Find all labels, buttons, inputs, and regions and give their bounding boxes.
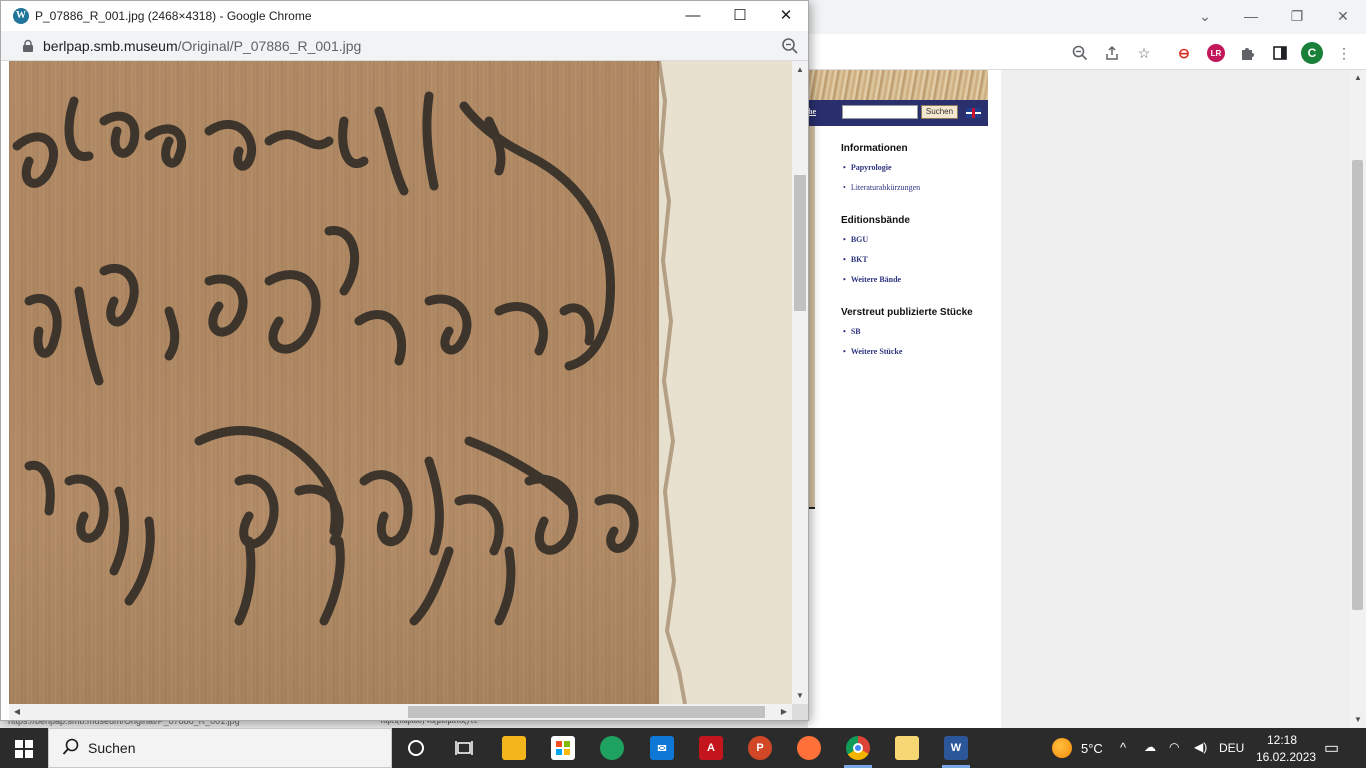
tray-network-alert-icon[interactable]: ☁	[1144, 740, 1156, 754]
chrome-menu-icon[interactable]: ⋮	[1333, 42, 1355, 64]
site-nav-link[interactable]: he	[808, 107, 816, 116]
papyrus-image[interactable]	[9, 61, 792, 704]
popup-zoom-icon[interactable]	[781, 37, 799, 55]
main-scrollbar-thumb[interactable]	[1352, 160, 1363, 610]
tray-chevron-icon[interactable]: ^	[1120, 740, 1126, 755]
edge-icon[interactable]	[600, 736, 624, 760]
handwriting-ink	[12, 61, 792, 704]
url-path: /Original/P_07886_R_001.jpg	[177, 38, 362, 54]
extension-magenta-icon[interactable]: LR	[1205, 42, 1227, 64]
site-banner-image	[808, 70, 988, 100]
popup-maximize-icon[interactable]: ☐	[728, 6, 752, 26]
lock-icon[interactable]	[21, 39, 35, 53]
zoom-icon[interactable]	[1069, 42, 1091, 64]
site-content-divider	[808, 507, 815, 509]
popup-title: P_07886_R_001.jpg (2468×4318) - Google C…	[35, 9, 312, 23]
link-sb[interactable]: SB	[843, 327, 861, 336]
word-icon[interactable]: W	[944, 736, 968, 760]
minimize-icon[interactable]: —	[1240, 6, 1262, 26]
cortana-icon[interactable]	[404, 736, 428, 760]
bookmark-star-icon[interactable]: ☆	[1133, 42, 1155, 64]
close-icon[interactable]: ✕	[1332, 6, 1354, 26]
language-indicator[interactable]: DEU	[1219, 741, 1244, 755]
file-explorer-icon[interactable]	[502, 736, 526, 760]
link-papyrologie[interactable]: Papyrologie	[843, 163, 892, 172]
weather-sun-icon[interactable]	[1052, 738, 1072, 758]
firefox-icon[interactable]	[797, 736, 821, 760]
wifi-icon[interactable]: ◠	[1169, 740, 1179, 754]
link-weitere-stuecke[interactable]: Weitere Stücke	[843, 347, 903, 356]
english-flag-icon[interactable]	[966, 108, 981, 118]
popup-minimize-icon[interactable]: —	[681, 6, 705, 26]
wordpress-icon: W	[13, 8, 29, 24]
volume-icon[interactable]: ◀)	[1194, 740, 1207, 754]
profile-avatar[interactable]: C	[1301, 42, 1323, 64]
section-heading-informationen: Informationen	[841, 143, 908, 154]
windows-start-icon[interactable]	[15, 740, 33, 758]
link-literaturabkuerzungen[interactable]: Literaturabkürzungen	[843, 183, 920, 192]
microsoft-store-icon[interactable]	[551, 736, 575, 760]
page-background-right	[1001, 70, 1350, 728]
side-panel-icon[interactable]	[1269, 42, 1291, 64]
site-search-button[interactable]: Suchen	[921, 105, 958, 119]
popup-scroll-down-icon[interactable]: ▼	[793, 689, 807, 703]
link-weitere-baende[interactable]: Weitere Bände	[843, 275, 901, 284]
main-scroll-down-icon[interactable]: ▼	[1350, 714, 1366, 726]
popup-scroll-left-icon[interactable]: ◀	[10, 705, 24, 719]
clock-time[interactable]: 12:18	[1267, 733, 1297, 747]
acrobat-icon[interactable]: A	[699, 736, 723, 760]
section-heading-verstreut: Verstreut publizierte Stücke	[841, 307, 973, 318]
chrome-icon[interactable]	[846, 736, 870, 760]
taskbar-search-placeholder: Suchen	[88, 740, 136, 756]
popup-close-icon[interactable]: ✕	[774, 6, 798, 26]
powerpoint-icon[interactable]: P	[748, 736, 772, 760]
popup-vertical-scrollbar[interactable]	[792, 61, 808, 704]
link-bgu[interactable]: BGU	[843, 235, 868, 244]
popup-scroll-right-icon[interactable]: ▶	[777, 705, 791, 719]
popup-url[interactable]: berlpap.smb.museum/Original/P_07886_R_00…	[43, 38, 361, 54]
link-bkt[interactable]: BKT	[843, 255, 868, 264]
url-domain: berlpap.smb.museum	[43, 38, 178, 54]
site-content-strip	[808, 126, 815, 508]
clock-date[interactable]: 16.02.2023	[1256, 750, 1316, 764]
taskbar-search-icon	[62, 738, 79, 755]
popup-scroll-corner	[792, 704, 808, 720]
image-popup-window: W P_07886_R_001.jpg (2468×4318) - Google…	[0, 0, 809, 721]
site-search-input[interactable]	[842, 105, 918, 119]
popup-scroll-up-icon[interactable]: ▲	[793, 63, 807, 77]
tab-search-chevron-icon[interactable]: ⌄	[1194, 6, 1216, 26]
weather-temperature[interactable]: 5°C	[1081, 741, 1103, 756]
task-view-icon[interactable]	[452, 736, 476, 760]
main-scroll-up-icon[interactable]: ▲	[1350, 72, 1366, 84]
extension-red-icon[interactable]: ⊖	[1173, 42, 1195, 64]
notification-icon[interactable]: ▭	[1324, 738, 1339, 758]
puzzle-extensions-icon[interactable]	[1237, 42, 1259, 64]
onedrive-folder-icon[interactable]	[895, 736, 919, 760]
section-heading-editionsbaende: Editionsbände	[841, 215, 910, 226]
mail-icon[interactable]: ✉	[650, 736, 674, 760]
restore-icon[interactable]: ❐	[1286, 6, 1308, 26]
share-icon[interactable]	[1101, 42, 1123, 64]
popup-vertical-thumb[interactable]	[794, 175, 806, 311]
popup-horizontal-thumb[interactable]	[408, 706, 765, 718]
